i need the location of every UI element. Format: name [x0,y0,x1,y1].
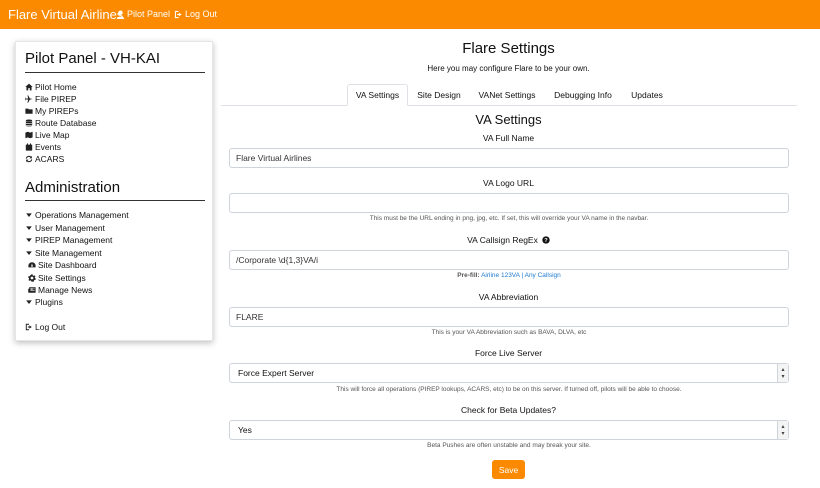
tab-updates[interactable]: Updates [624,84,670,106]
plane-icon [25,95,33,103]
sidebar-item-my-pireps[interactable]: My PIREPs [25,106,78,116]
dashboard-icon [28,262,36,268]
user-icon [116,10,125,19]
sidebar-item-events[interactable]: Events [25,142,61,152]
svg-text:?: ? [544,238,548,244]
sidebar-item-plugins[interactable]: Plugins [25,297,63,307]
callsign-regex-label-row: VA Callsign RegEx ? [300,235,717,245]
database-icon [25,119,33,127]
sidebar-admin-title: Administration [25,179,121,196]
force-live-server-label: Force Live Server [474,348,543,358]
sidebar-panel: Pilot Panel - VH-KAI Pilot Home File PIR… [15,41,213,341]
nav-log-out-link[interactable]: Log Out [174,9,217,19]
sidebar-item-site-settings[interactable]: Site Settings [28,273,86,283]
sidebar-item-label: Live Map [35,130,70,140]
sidebar-item-pilot-home[interactable]: Pilot Home [25,82,77,92]
sidebar-item-label: ACARS [35,154,65,164]
sidebar-admin-divider [25,200,205,201]
callsign-regex-label: VA Callsign RegEx [467,235,538,245]
question-circle-icon[interactable]: ? [542,236,550,244]
sidebar-item-acars[interactable]: ACARS [25,154,64,164]
home-icon [25,83,33,91]
sidebar-item-label: Events [35,142,61,152]
sidebar-item-label: Site Settings [38,273,86,283]
sidebar-item-label: Operations Management [35,210,129,220]
navbar-brand[interactable]: Flare Virtual Airlines [8,7,123,22]
sidebar-item-label: File PIREP [35,94,77,104]
sidebar-item-label: PIREP Management [35,235,113,245]
gear-icon [28,274,36,282]
sidebar-log-out[interactable]: Log Out [25,322,65,332]
logo-url-label: VA Logo URL [483,178,534,188]
tab-debugging-info[interactable]: Debugging Info [546,84,620,106]
callsign-regex-input[interactable] [229,250,789,270]
abbreviation-label: VA Abbreviation [478,292,539,302]
map-icon [25,131,33,139]
beta-updates-help: Beta Pushes are often unstable and may b… [427,442,591,449]
caret-down-icon [26,213,32,217]
page-title: Flare Settings [462,40,555,57]
sidebar-item-site-management[interactable]: Site Management [25,248,102,258]
force-live-server-help: This will force all operations (PIREP lo… [336,386,682,393]
tab-va-settings[interactable]: VA Settings [347,84,408,106]
sidebar-item-manage-news[interactable]: Manage News [28,285,92,295]
abbreviation-help: This is your VA Abbreviation such as BAV… [431,329,587,336]
page-subtitle: Here you may configure Flare to be your … [427,64,590,73]
select-arrows-icon: ▴ ▾ [777,364,788,382]
sidebar-item-pirep-management[interactable]: PIREP Management [25,235,112,245]
sidebar-item-label: Manage News [38,285,93,295]
top-navbar: Flare Virtual Airlines Pilot Panel Log O… [0,0,820,29]
select-arrows-icon: ▴ ▾ [777,421,788,439]
prefill-airline-123va-link[interactable]: Airline 123VA [481,272,520,279]
sidebar-item-label: Site Management [35,248,102,258]
sidebar-item-label: My PIREPs [35,106,79,116]
newspaper-icon [28,287,36,293]
sidebar-log-out-label: Log Out [35,322,66,332]
beta-updates-select[interactable]: Yes ▴ ▾ [229,420,789,440]
sidebar-item-file-pirep[interactable]: File PIREP [25,94,77,104]
sidebar-item-label: Site Dashboard [38,260,97,270]
sidebar-item-label: Pilot Home [35,82,77,92]
caret-down-icon [26,238,32,242]
prefill-label: Pre-fill: [457,272,480,279]
sidebar-item-label: User Management [35,223,105,233]
sidebar-item-site-dashboard[interactable]: Site Dashboard [28,260,97,270]
logo-url-input[interactable] [229,193,789,213]
va-name-label: VA Full Name [482,133,535,143]
logo-url-help: This must be the URL ending in png, jpg,… [369,215,649,222]
nav-pilot-panel-label: Pilot Panel [127,9,171,19]
tab-vanet-settings[interactable]: VANet Settings [472,84,542,106]
sidebar-item-route-database[interactable]: Route Database [25,118,96,128]
sidebar-item-live-map[interactable]: Live Map [25,130,70,140]
nav-log-out-label: Log Out [185,9,218,19]
caret-down-icon [26,300,32,304]
nav-pilot-panel-link[interactable]: Pilot Panel [116,9,170,19]
sidebar-title: Pilot Panel - VH-KAI [25,50,161,67]
beta-updates-value: Yes [238,425,252,435]
caret-down-icon [26,251,32,255]
folder-icon [25,108,33,114]
va-name-input[interactable] [229,148,789,168]
tab-site-design[interactable]: Site Design [410,84,468,106]
save-button[interactable]: Save [492,460,525,479]
sidebar-divider [25,72,205,73]
force-live-server-select[interactable]: Force Expert Server ▴ ▾ [229,363,789,383]
abbreviation-input[interactable] [229,307,789,327]
sidebar-item-operations-management[interactable]: Operations Management [25,210,129,220]
caret-down-icon [26,226,32,230]
sign-out-icon [174,10,182,18]
sidebar-item-label: Plugins [35,297,63,307]
section-title: VA Settings [475,112,542,127]
prefill-separator: | [521,272,524,279]
beta-updates-label: Check for Beta Updates? [461,405,556,415]
calendar-icon [25,143,33,151]
force-live-server-value: Force Expert Server [238,368,315,378]
sync-icon [25,155,33,163]
sidebar-item-label: Route Database [35,118,97,128]
sidebar-item-user-management[interactable]: User Management [25,223,105,233]
sign-out-icon [25,323,32,331]
callsign-prefill-row: Pre-fill: Airline 123VA | Any Callsign [229,272,789,279]
prefill-any-callsign-link[interactable]: Any Callsign [525,272,561,279]
